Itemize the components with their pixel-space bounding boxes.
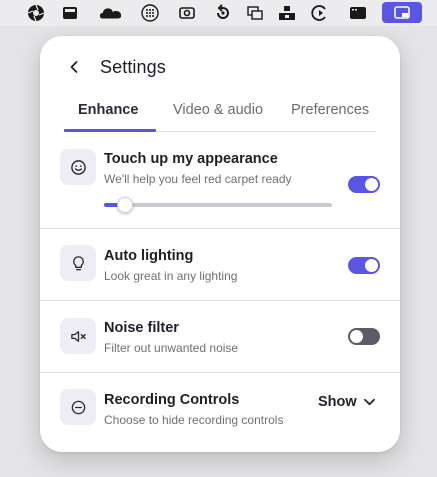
- auto-lighting-title: Auto lighting: [104, 248, 194, 264]
- smile-icon: [60, 149, 96, 185]
- auto-lighting-toggle[interactable]: [348, 257, 380, 274]
- tab-video-audio[interactable]: Video & audio: [173, 102, 263, 132]
- chevron-left-icon: [70, 61, 78, 73]
- toggle-knob: [365, 178, 378, 191]
- menu-bar: [0, 0, 437, 26]
- screen-icon[interactable]: [60, 3, 80, 23]
- tab-enhance[interactable]: Enhance: [78, 102, 138, 132]
- page-title: Settings: [100, 57, 166, 77]
- grid-dots-icon[interactable]: [140, 3, 160, 23]
- setting-touch-up: Touch up my appearance We'll help you fe…: [40, 133, 400, 229]
- touch-up-slider[interactable]: [104, 197, 332, 213]
- recording-controls-title: Recording Controls: [104, 392, 240, 408]
- minus-circle-icon: [60, 389, 96, 425]
- active-tab-indicator: [64, 129, 156, 132]
- tab-preferences[interactable]: Preferences: [291, 102, 369, 132]
- window-icon[interactable]: [245, 3, 265, 23]
- setting-auto-lighting: Auto lighting Look great in any lighting: [40, 229, 400, 301]
- stack-icon[interactable]: [277, 3, 297, 23]
- lightbulb-icon: [60, 245, 96, 281]
- touch-up-subtitle: We'll help you feel red carpet ready: [104, 172, 292, 186]
- chevron-down-icon: [363, 398, 375, 405]
- back-button[interactable]: [64, 56, 84, 78]
- settings-header: Settings: [40, 36, 400, 98]
- camera-icon[interactable]: [177, 3, 197, 23]
- speaker-mute-icon: [60, 318, 96, 354]
- dark-screen-icon[interactable]: [348, 3, 368, 23]
- slider-thumb[interactable]: [116, 197, 133, 213]
- noise-filter-title: Noise filter: [104, 320, 179, 336]
- dropdown-value: Show: [318, 394, 357, 410]
- recording-controls-subtitle: Choose to hide recording controls: [104, 413, 284, 427]
- settings-panel: Settings Enhance Video & audio Preferenc…: [40, 36, 400, 452]
- record-icon[interactable]: [310, 3, 330, 23]
- replay-icon[interactable]: [213, 3, 233, 23]
- noise-filter-subtitle: Filter out unwanted noise: [104, 341, 239, 355]
- toggle-knob: [350, 330, 363, 343]
- recording-controls-dropdown[interactable]: Show: [318, 392, 376, 412]
- touch-up-title: Touch up my appearance: [104, 151, 278, 167]
- auto-lighting-subtitle: Look great in any lighting: [104, 269, 238, 283]
- app-window-icon[interactable]: [382, 2, 422, 23]
- aperture-icon[interactable]: [26, 3, 46, 23]
- touch-up-toggle[interactable]: [348, 176, 380, 193]
- toggle-knob: [365, 259, 378, 272]
- noise-filter-toggle[interactable]: [348, 328, 380, 345]
- cloud-icon[interactable]: [98, 3, 124, 23]
- setting-noise-filter: Noise filter Filter out unwanted noise: [40, 301, 400, 373]
- tab-bar: Enhance Video & audio Preferences: [64, 100, 376, 132]
